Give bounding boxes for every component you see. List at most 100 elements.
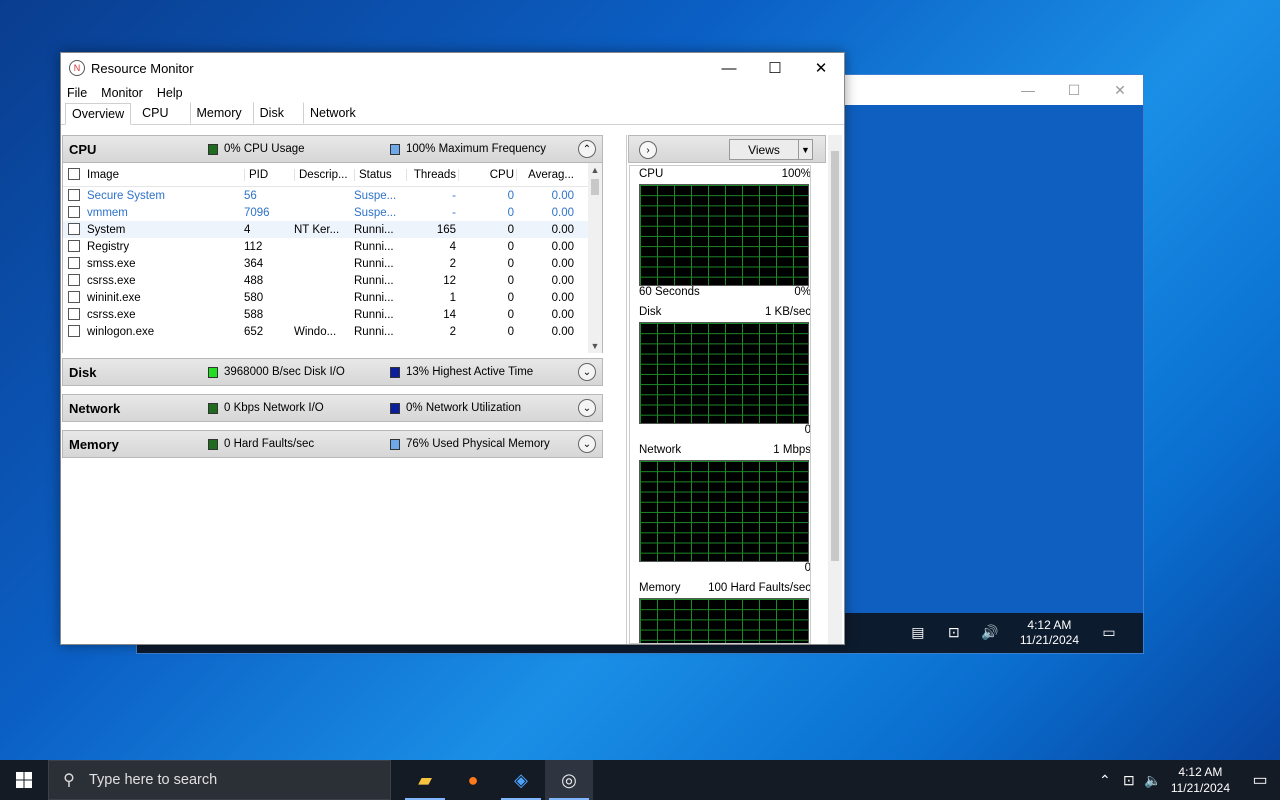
resource-monitor-window: N Resource Monitor — ☐ ✕ File Monitor He… — [60, 52, 845, 645]
table-row[interactable]: Secure System 56 Suspe... - 0 0.00 — [63, 187, 602, 204]
row-checkbox[interactable] — [63, 291, 87, 304]
expand-chevron-icon[interactable]: ⌄ — [578, 399, 596, 417]
cell-average: 0.00 — [551, 291, 574, 304]
disk-active-text: 13% Highest Active Time — [406, 366, 534, 378]
firefox-button[interactable]: ● — [449, 760, 497, 800]
row-checkbox[interactable] — [63, 274, 87, 287]
table-row[interactable]: csrss.exe 588 Runni... 14 0 0.00 — [63, 306, 602, 323]
taskbar-search[interactable]: ⚲ Type here to search — [48, 760, 391, 800]
table-row[interactable]: System 4 NT Ker... Runni... 165 0 0.00 — [63, 221, 602, 238]
graph-name: Memory — [639, 582, 681, 594]
notification-icon[interactable]: ▭ — [1240, 770, 1280, 790]
cell-cpu: 0 — [507, 291, 514, 304]
notification-icon[interactable]: ▭ — [1097, 624, 1121, 642]
views-dropdown[interactable]: Views ▼ — [729, 139, 813, 160]
cell-threads: 12 — [443, 274, 456, 287]
col-status[interactable]: Status — [354, 168, 406, 181]
table-row[interactable]: winlogon.exe 652 Windo... Runni... 2 0 0.00 — [63, 323, 602, 340]
cell-threads: 14 — [443, 308, 456, 321]
memory-section-title: Memory — [69, 436, 119, 452]
news-icon[interactable]: ▤ — [906, 624, 930, 642]
tab-memory[interactable]: Memory — [189, 102, 249, 124]
row-checkbox[interactable] — [63, 223, 87, 236]
row-checkbox[interactable] — [63, 325, 87, 338]
tab-cpu[interactable]: CPU — [135, 102, 175, 124]
graph-pane: › Views ▼ CPU 100% 60 Seconds 0% Disk 1 KB/… — [626, 135, 842, 644]
tab-network[interactable]: Network — [302, 102, 363, 124]
disk-section-header[interactable]: Disk 3968000 B/sec Disk I/O 13% Highest … — [62, 358, 603, 386]
menu-file[interactable]: File — [67, 86, 87, 100]
network-icon[interactable]: ⊡ — [942, 624, 966, 642]
maximize-icon[interactable]: ☐ — [1051, 82, 1097, 99]
minimize-icon[interactable]: — — [1005, 82, 1051, 98]
scroll-thumb[interactable] — [831, 151, 839, 561]
col-pid[interactable]: PID — [244, 168, 294, 181]
network-util-text: 0% Network Utilization — [406, 402, 522, 414]
tab-overview[interactable]: Overview — [65, 103, 132, 125]
resource-monitor-taskbar-button[interactable]: ◎ — [545, 760, 593, 800]
col-cpu[interactable]: CPU — [458, 168, 516, 181]
table-row[interactable]: wininit.exe 580 Runni... 1 0 0.00 — [63, 289, 602, 306]
network-icon[interactable]: ⊡ — [1117, 772, 1141, 789]
graph-foot-right: 0% — [794, 286, 811, 298]
scroll-up-icon[interactable]: ▲ — [588, 165, 602, 175]
col-average[interactable]: Averag... — [516, 168, 576, 181]
cell-average: 0.00 — [551, 206, 574, 219]
row-checkbox[interactable] — [63, 308, 87, 321]
close-button[interactable]: ✕ — [798, 53, 844, 83]
cell-cpu: 0 — [507, 206, 514, 219]
menu-monitor[interactable]: Monitor — [101, 86, 143, 100]
col-image[interactable]: Image — [87, 169, 244, 181]
virtualbox-button[interactable]: ◈ — [497, 760, 545, 800]
file-explorer-button[interactable]: ▰ — [401, 760, 449, 800]
disk-graph: Disk 1 KB/sec 0 — [639, 306, 810, 440]
table-row[interactable]: csrss.exe 488 Runni... 12 0 0.00 — [63, 272, 602, 289]
volume-icon[interactable]: 🔊 — [978, 624, 1002, 642]
col-threads[interactable]: Threads — [406, 168, 458, 181]
network-io-text: 0 Kbps Network I/O — [224, 402, 324, 414]
expand-chevron-icon[interactable]: ⌄ — [578, 363, 596, 381]
graph-pane-scrollbar[interactable] — [828, 135, 842, 644]
start-button[interactable] — [0, 760, 48, 800]
scroll-thumb[interactable] — [591, 179, 599, 195]
cell-pid: 4 — [244, 223, 251, 236]
table-row[interactable]: Registry 112 Runni... 4 0 0.00 — [63, 238, 602, 255]
cell-cpu: 0 — [507, 240, 514, 253]
row-checkbox[interactable] — [63, 206, 87, 219]
table-row[interactable]: vmmem 7096 Suspe... - 0 0.00 — [63, 204, 602, 221]
memory-faults-text: 0 Hard Faults/sec — [224, 438, 315, 450]
maximize-button[interactable]: ☐ — [752, 53, 798, 83]
volume-muted-icon[interactable]: 🔈 — [1141, 772, 1165, 789]
scroll-down-icon[interactable]: ▼ — [588, 341, 602, 351]
close-icon[interactable]: ✕ — [1097, 82, 1143, 99]
table-header: Image PID Descrip... Status Threads CPU … — [63, 163, 602, 187]
tab-disk[interactable]: Disk — [252, 102, 291, 124]
resource-monitor-icon: N — [69, 60, 85, 76]
table-scrollbar[interactable]: ▲ ▼ — [588, 163, 602, 353]
chevron-up-icon[interactable]: ⌃ — [1093, 772, 1117, 789]
cell-threads: 165 — [436, 223, 456, 236]
cell-image: csrss.exe — [87, 308, 136, 321]
row-checkbox[interactable] — [63, 240, 87, 253]
row-checkbox[interactable] — [63, 189, 87, 202]
col-description[interactable]: Descrip... — [294, 168, 354, 181]
collapse-pane-icon[interactable]: › — [639, 141, 657, 159]
minimize-button[interactable]: — — [706, 53, 752, 83]
cell-pid: 588 — [244, 308, 264, 321]
select-all-checkbox[interactable] — [63, 168, 87, 181]
memory-section-header[interactable]: Memory 0 Hard Faults/sec 76% Used Physic… — [62, 430, 603, 458]
cpu-frequency-legend: 100% Maximum Frequency — [390, 143, 572, 155]
inner-time: 4:12 AM — [1027, 618, 1072, 632]
taskbar-clock[interactable]: 4:12 AM 11/21/2024 — [1171, 764, 1230, 796]
network-util-legend: 0% Network Utilization — [390, 402, 572, 414]
row-checkbox[interactable] — [63, 257, 87, 270]
inner-clock[interactable]: 4:12 AM 11/21/2024 — [1020, 618, 1079, 648]
collapse-chevron-icon[interactable]: ⌃ — [578, 140, 596, 158]
cpu-section-header[interactable]: CPU 0% CPU Usage 100% Maximum Frequency … — [62, 135, 603, 163]
cell-image: System — [87, 223, 126, 236]
menu-help[interactable]: Help — [157, 86, 183, 100]
title-bar[interactable]: N Resource Monitor — ☐ ✕ — [61, 53, 844, 83]
network-section-header[interactable]: Network 0 Kbps Network I/O 0% Network Ut… — [62, 394, 603, 422]
expand-chevron-icon[interactable]: ⌄ — [578, 435, 596, 453]
table-row[interactable]: smss.exe 364 Runni... 2 0 0.00 — [63, 255, 602, 272]
